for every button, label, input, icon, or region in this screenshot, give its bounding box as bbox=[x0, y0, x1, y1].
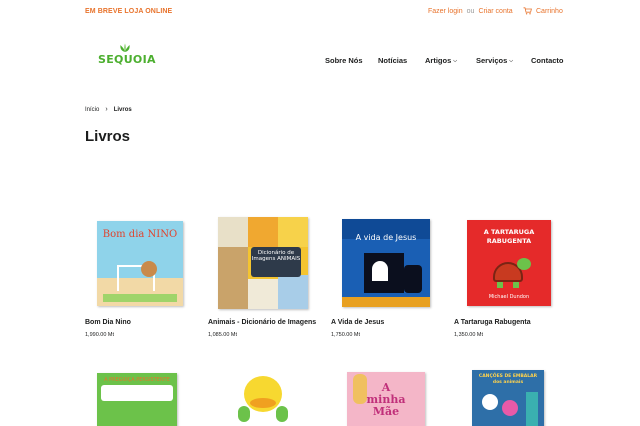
product-image[interactable]: Bom dia NINO bbox=[85, 213, 195, 313]
cover-title: A PREGUIÇA PERSISTENTE bbox=[104, 377, 170, 383]
chevron-down-icon: ⌵ bbox=[509, 57, 514, 64]
cart-link[interactable]: Carrinho bbox=[523, 7, 563, 15]
cart-icon bbox=[523, 7, 532, 15]
product-image[interactable]: A TARTARUGA RABUGENTA Michael Dundon bbox=[454, 213, 564, 313]
product-image[interactable]: CANÇÕES DE EMBALAR dos animais bbox=[472, 370, 544, 426]
cart-label: Carrinho bbox=[536, 7, 563, 15]
main-nav: Sobre Nós Notícias Artigos ⌵ Serviços ⌵ … bbox=[0, 56, 640, 68]
nav-about-label: Sobre Nós bbox=[325, 56, 363, 65]
account-links: Fazer login ou Criar conta bbox=[428, 8, 513, 15]
promo-text: EM BREVE LOJA ONLINE bbox=[85, 8, 173, 15]
nav-news-label: Notícias bbox=[378, 56, 408, 65]
nav-articles-label: Artigos bbox=[425, 56, 452, 65]
cover-title: A minha Mãe bbox=[366, 381, 406, 418]
page-title: Livros bbox=[85, 128, 131, 145]
nav-item-contact[interactable]: Contacto bbox=[531, 56, 564, 65]
logo-leaf-icon bbox=[120, 43, 130, 52]
product-image[interactable]: A PREGUIÇA PERSISTENTE bbox=[97, 373, 177, 426]
product-price: 1,350.00 Mt bbox=[454, 332, 484, 338]
cover-title: Bom dia NINO bbox=[102, 228, 178, 240]
breadcrumb-home[interactable]: Início bbox=[85, 107, 99, 113]
or-text: ou bbox=[466, 8, 475, 15]
product-price: 1,990.00 Mt bbox=[85, 332, 115, 338]
nav-item-about[interactable]: Sobre Nós bbox=[325, 56, 363, 65]
cover-title: CANÇÕES DE EMBALAR dos animais bbox=[478, 374, 538, 385]
cover-title: Dicionário de Imagens ANIMAIS bbox=[251, 250, 301, 262]
breadcrumb: Início › Livros bbox=[85, 106, 132, 113]
login-link[interactable]: Fazer login bbox=[428, 8, 463, 15]
product-image[interactable]: A minha Mãe bbox=[347, 372, 425, 426]
cover-title: A TARTARUGA RABUGENTA bbox=[483, 228, 535, 245]
nav-contact-label: Contacto bbox=[531, 56, 564, 65]
product-title[interactable]: Animais - Dicionário de Imagens bbox=[208, 319, 316, 326]
nav-services-label: Serviços bbox=[476, 56, 508, 65]
cover-author: Michael Dundon bbox=[488, 294, 530, 300]
chevron-down-icon: ⌵ bbox=[453, 57, 458, 64]
top-bar: EM BREVE LOJA ONLINE Fazer login ou Criar … bbox=[0, 0, 640, 24]
nav-item-news[interactable]: Notícias bbox=[378, 56, 407, 65]
product-price: 1,750.00 Mt bbox=[331, 332, 361, 338]
product-title[interactable]: Bom Dia Nino bbox=[85, 319, 131, 326]
product-title[interactable]: A Tartaruga Rabugenta bbox=[454, 319, 531, 326]
product-image[interactable]: A vida de Jesus bbox=[331, 213, 441, 313]
product-image[interactable] bbox=[238, 376, 288, 426]
register-link[interactable]: Criar conta bbox=[478, 8, 512, 15]
cover-title: A vida de Jesus bbox=[355, 233, 417, 242]
nav-item-services[interactable]: Serviços ⌵ bbox=[476, 56, 513, 65]
chevron-right-icon: › bbox=[105, 106, 108, 113]
product-image[interactable]: Dicionário de Imagens ANIMAIS bbox=[208, 213, 318, 313]
nav-item-articles[interactable]: Artigos ⌵ bbox=[425, 56, 457, 65]
breadcrumb-current: Livros bbox=[113, 106, 132, 113]
product-price: 1,085.00 Mt bbox=[208, 332, 238, 338]
product-title[interactable]: A Vida de Jesus bbox=[331, 319, 384, 326]
